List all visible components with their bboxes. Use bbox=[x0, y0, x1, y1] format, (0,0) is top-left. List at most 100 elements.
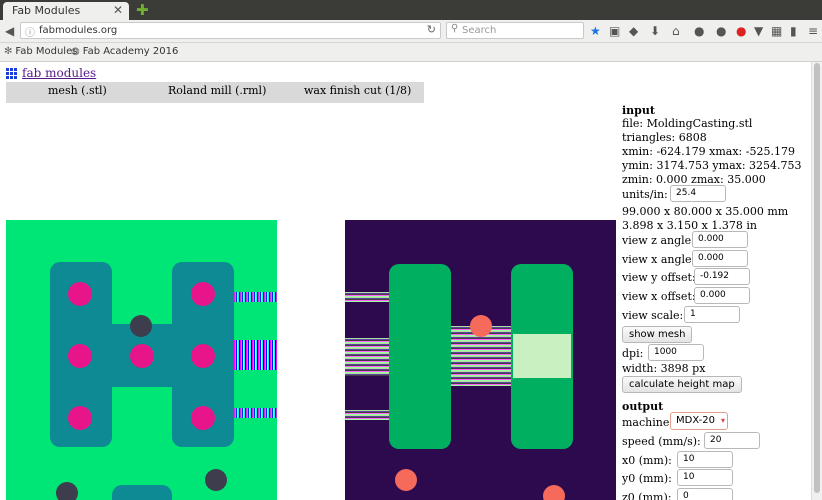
y0-input[interactable]: 10 bbox=[677, 469, 733, 486]
url-bar[interactable]: ⓘ fabmodules.org ↻ bbox=[20, 22, 441, 39]
dpi-input[interactable]: 1000 bbox=[648, 344, 704, 361]
fab-modules-link[interactable]: fab modules bbox=[22, 66, 96, 80]
new-tab-icon[interactable]: ✚ bbox=[136, 2, 149, 18]
chevron-down-icon: ▾ bbox=[721, 416, 726, 425]
pin-hole bbox=[395, 469, 417, 491]
channel-texture bbox=[345, 338, 389, 376]
adblock-icon[interactable]: ● bbox=[736, 20, 746, 42]
file-label: file: MoldingCasting.stl bbox=[622, 117, 753, 130]
pin-hole bbox=[191, 406, 215, 430]
view-y-offset-label: view y offset: bbox=[622, 271, 696, 284]
bookmark-label: Fab Academy 2016 bbox=[82, 46, 179, 57]
channel-texture bbox=[345, 292, 389, 302]
view-x-angle-label: view x angle: bbox=[622, 253, 696, 266]
pin-hole bbox=[68, 282, 92, 306]
pin-hole bbox=[470, 315, 492, 337]
process-steps: mesh (.stl) Roland mill (.rml) wax finis… bbox=[6, 82, 424, 103]
view-x-offset-label: view x offset: bbox=[622, 290, 696, 303]
step-mesh[interactable]: mesh (.stl) bbox=[48, 84, 107, 97]
channel-texture bbox=[234, 408, 277, 418]
chat-icon[interactable]: ● bbox=[694, 20, 704, 42]
toolpath-view bbox=[345, 220, 616, 500]
machine-value: MDX-20 bbox=[676, 415, 716, 426]
page-content: fab modules mesh (.stl) Roland mill (.rm… bbox=[0, 62, 811, 500]
h-bottom-stub bbox=[112, 485, 172, 500]
bookmark-label: Fab Modules bbox=[15, 46, 78, 57]
x0-input[interactable]: 10 bbox=[677, 451, 733, 468]
view-x-offset-input[interactable]: 0.000 bbox=[694, 287, 750, 304]
view-scale-label: view scale: bbox=[622, 309, 684, 322]
fab-logo-icon bbox=[6, 68, 18, 80]
speed-label: speed (mm/s): bbox=[622, 435, 701, 448]
view-y-offset-input[interactable]: -0.192 bbox=[694, 268, 750, 285]
bookmarks-bar: ✻ Fab Modules ◍ Fab Academy 2016 bbox=[0, 43, 822, 62]
y0-label: y0 (mm): bbox=[622, 472, 672, 485]
reload-icon[interactable]: ↻ bbox=[427, 23, 436, 36]
screenshot-icon[interactable]: ▦ bbox=[771, 20, 782, 42]
machine-select[interactable]: MDX-20 ▾ bbox=[670, 412, 728, 430]
triangles-label: triangles: 6808 bbox=[622, 131, 707, 144]
machine-label: machine bbox=[622, 416, 670, 429]
calculate-height-map-button[interactable]: calculate height map bbox=[622, 376, 742, 393]
extension-icon[interactable]: ▼ bbox=[754, 20, 763, 42]
vertical-scrollbar[interactable] bbox=[811, 62, 822, 500]
back-icon[interactable]: ◀ bbox=[5, 20, 14, 42]
view-scale-input[interactable]: 1 bbox=[684, 306, 740, 323]
dropdown-icon[interactable]: ● bbox=[716, 20, 726, 42]
pin-hole bbox=[68, 406, 92, 430]
step-machine[interactable]: Roland mill (.rml) bbox=[168, 84, 266, 97]
bookmark-fab-modules[interactable]: ✻ Fab Modules bbox=[4, 46, 77, 57]
dpi-label: dpi: bbox=[622, 347, 644, 360]
view-z-angle-input[interactable]: 0.000 bbox=[692, 231, 748, 248]
units-input[interactable]: 25.4 bbox=[670, 185, 726, 202]
channel-texture bbox=[234, 292, 277, 302]
scrollbar-thumb[interactable] bbox=[814, 63, 820, 493]
x0-label: x0 (mm): bbox=[622, 454, 672, 467]
home-icon[interactable]: ⌂ bbox=[672, 20, 680, 42]
url-text: fabmodules.org bbox=[39, 25, 118, 36]
speed-input[interactable]: 20 bbox=[704, 432, 760, 449]
view-z-angle-label: view z angle: bbox=[622, 234, 695, 247]
show-mesh-button[interactable]: show mesh bbox=[622, 326, 693, 343]
pocket-icon[interactable]: ◆ bbox=[629, 20, 638, 42]
search-icon: ⚲ bbox=[451, 23, 459, 34]
title-bar: Fab Modules ✕ ✚ bbox=[0, 0, 822, 20]
z0-input[interactable]: 0 bbox=[677, 488, 733, 500]
pin-hole bbox=[130, 344, 154, 368]
y-range: ymin: 3174.753 ymax: 3254.753 bbox=[622, 159, 802, 172]
input-heading: input bbox=[622, 104, 655, 117]
channel-texture bbox=[234, 340, 277, 370]
bookmark-star-icon[interactable]: ★ bbox=[590, 20, 601, 42]
output-heading: output bbox=[622, 400, 664, 413]
width-label: width: 3898 px bbox=[622, 362, 706, 375]
globe-icon: ◍ bbox=[71, 46, 80, 57]
view-x-angle-input[interactable]: 0.000 bbox=[692, 250, 748, 267]
info-icon[interactable]: ⓘ bbox=[25, 24, 35, 39]
hole-marker bbox=[56, 482, 78, 500]
search-placeholder: Search bbox=[462, 25, 497, 36]
tab-fab-modules[interactable]: Fab Modules ✕ bbox=[3, 2, 129, 20]
bookmark-fab-academy[interactable]: ◍ Fab Academy 2016 bbox=[71, 46, 178, 57]
z0-label: z0 (mm): bbox=[622, 491, 672, 500]
pin-hole bbox=[68, 344, 92, 368]
clipboard-icon[interactable]: ▣ bbox=[609, 20, 620, 42]
height-map-view bbox=[6, 220, 277, 500]
units-label: units/in: bbox=[622, 188, 668, 201]
pin-hole bbox=[191, 344, 215, 368]
download-icon[interactable]: ⬇ bbox=[650, 20, 660, 42]
pin-hole bbox=[191, 282, 215, 306]
channel-texture bbox=[345, 410, 389, 420]
menu-icon[interactable]: ≡ bbox=[808, 20, 818, 42]
close-tab-icon[interactable]: ✕ bbox=[113, 3, 123, 17]
trash-icon[interactable]: ▮ bbox=[790, 20, 797, 42]
h-left-bar bbox=[389, 264, 451, 449]
hole-marker bbox=[130, 315, 152, 337]
pocket-area bbox=[513, 334, 571, 378]
gear-icon: ✻ bbox=[4, 46, 13, 57]
step-process[interactable]: wax finish cut (1/8) bbox=[304, 84, 411, 97]
x-range: xmin: -624.179 xmax: -525.179 bbox=[622, 145, 795, 158]
search-input[interactable]: ⚲ Search bbox=[446, 22, 584, 39]
pin-hole bbox=[543, 485, 565, 500]
tab-title: Fab Modules bbox=[12, 4, 81, 17]
hole-marker bbox=[205, 469, 227, 491]
